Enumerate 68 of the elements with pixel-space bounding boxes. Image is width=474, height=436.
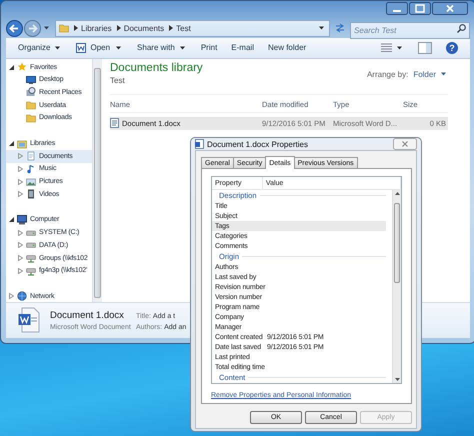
file-name: Document 1.docx — [50, 310, 125, 321]
dialog-title: Document 1.docx Properties — [207, 140, 308, 148]
network-drive-icon — [26, 266, 36, 276]
breadcrumb[interactable]: Documents — [124, 24, 164, 33]
toolbar-button[interactable]: E-mail — [225, 40, 260, 56]
minimize-button[interactable] — [386, 2, 408, 15]
caret-icon — [180, 46, 185, 50]
library-icon — [17, 138, 27, 149]
help-button[interactable]: ? — [446, 42, 458, 54]
document-icon — [18, 307, 40, 334]
search-icon — [457, 24, 466, 33]
scrollbar-thumb[interactable] — [94, 68, 101, 298]
scrollbar[interactable] — [92, 58, 102, 302]
arrange-label: Arrange by: — [366, 70, 408, 79]
star-icon — [17, 62, 27, 72]
list-view-icon — [381, 43, 392, 52]
maximize-button[interactable] — [409, 2, 431, 15]
expanded-arrow-icon — [9, 217, 14, 222]
folder-icon — [59, 23, 69, 34]
scrollbar-thumb[interactable] — [394, 203, 400, 283]
caret-icon — [44, 26, 49, 30]
folder-icon — [26, 112, 36, 123]
folder-icon — [26, 100, 36, 110]
scrollbar[interactable] — [392, 190, 401, 383]
caret-icon — [397, 46, 402, 50]
scroll-up-arrow-icon — [394, 192, 400, 195]
clock-folder-icon — [26, 87, 36, 98]
caret-icon — [319, 26, 324, 30]
library-title: Documents library — [110, 62, 203, 74]
documents-icon — [26, 151, 36, 162]
drive-icon — [26, 228, 36, 238]
network-drive-icon — [26, 253, 36, 264]
breadcrumb[interactable]: Test — [176, 24, 191, 33]
scroll-down-arrow-icon — [394, 378, 400, 381]
toolbar-button[interactable]: Organize — [12, 40, 68, 56]
expanded-arrow-icon — [9, 64, 14, 70]
arrange-dropdown[interactable]: Folder — [413, 70, 448, 79]
search-field[interactable]: Search Test — [350, 22, 470, 39]
film-icon — [26, 189, 36, 200]
toolbar-button[interactable]: Open — [70, 40, 130, 56]
music-note-icon — [26, 164, 36, 174]
caret-icon — [116, 46, 122, 50]
document-icon — [195, 139, 204, 149]
breadcrumb[interactable]: Libraries — [81, 24, 112, 33]
address-bar[interactable]: Libraries Documents Test — [55, 20, 330, 37]
back-button[interactable] — [6, 20, 23, 37]
toolbar-button[interactable]: Print — [194, 40, 224, 56]
caret-icon — [441, 72, 446, 76]
chevron-icon — [74, 25, 78, 32]
refresh-icon[interactable] — [334, 22, 346, 34]
library-subtitle: Test — [110, 76, 126, 85]
expanded-arrow-icon — [9, 141, 14, 146]
close-button[interactable] — [432, 2, 468, 15]
drive-icon — [26, 240, 36, 250]
chevron-icon — [116, 25, 121, 32]
toolbar-button[interactable]: New folder — [262, 40, 312, 56]
chevron-icon — [169, 25, 174, 32]
picture-icon — [26, 176, 36, 187]
word-icon — [76, 42, 86, 53]
document-icon — [110, 118, 119, 128]
globe-icon — [17, 291, 27, 302]
computer-icon — [17, 214, 27, 225]
collapsed-arrow-icon — [9, 293, 14, 300]
caret-icon — [55, 46, 60, 50]
preview-pane-button[interactable] — [418, 42, 432, 54]
monitor-icon — [26, 74, 36, 85]
toolbar-button[interactable]: Share with — [131, 40, 193, 56]
forward-button[interactable] — [24, 20, 41, 37]
